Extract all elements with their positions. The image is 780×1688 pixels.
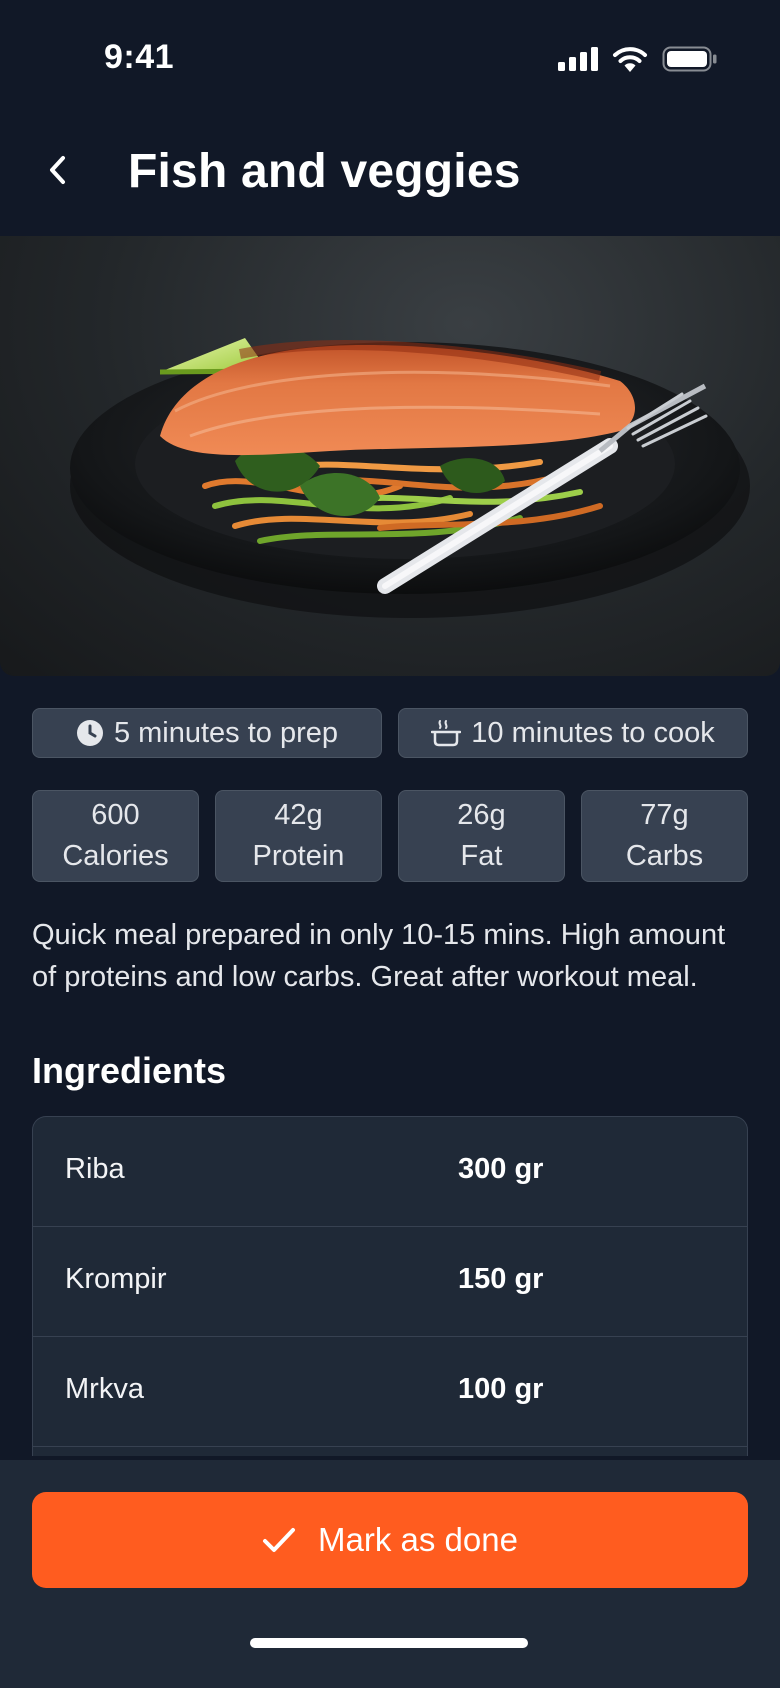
ingredients-list[interactable]: Riba 300 gr Krompir 150 gr Mrkva 100 gr <box>32 1116 748 1456</box>
ingredient-row: Mrkva 100 gr <box>33 1337 747 1447</box>
salmon-plate-illustration <box>70 338 750 618</box>
battery-icon <box>662 46 717 72</box>
wifi-icon <box>613 47 647 72</box>
macro-label: Carbs <box>625 840 704 872</box>
ingredient-row: Riba 300 gr <box>33 1117 747 1227</box>
ingredient-name: Riba <box>65 1153 125 1185</box>
ingredient-name: Krompir <box>65 1263 167 1295</box>
macro-value: 26g <box>457 799 506 831</box>
macro-label: Protein <box>252 840 345 872</box>
recipe-description: Quick meal prepared in only 10-15 mins. … <box>32 919 726 993</box>
bottom-action-bar: Mark as done <box>0 1460 780 1688</box>
ingredients-heading: Ingredients <box>32 1050 227 1091</box>
ingredient-row: Krompir 150 gr <box>33 1227 747 1337</box>
ingredient-quantity: 150 gr <box>458 1263 544 1295</box>
macro-calories: 600 Calories <box>32 790 199 882</box>
ingredient-name: Mrkva <box>65 1373 144 1405</box>
status-time: 9:41 <box>104 38 175 76</box>
status-bar: 9:41 <box>0 0 780 116</box>
recipe-hero-image <box>0 236 780 676</box>
cellular-signal-icon <box>558 47 598 71</box>
clock-icon <box>76 720 103 746</box>
macro-value: 77g <box>640 799 689 831</box>
ingredient-quantity: 300 gr <box>458 1153 544 1185</box>
macro-protein: 42g Protein <box>215 790 382 882</box>
page-title: Fish and veggies <box>128 145 521 198</box>
checkmark-icon <box>263 1528 296 1552</box>
macro-fat: 26g Fat <box>398 790 565 882</box>
cook-time-chip: 10 minutes to cook <box>398 708 748 758</box>
ingredient-quantity: 100 gr <box>458 1373 544 1405</box>
mark-as-done-button[interactable]: Mark as done <box>32 1492 748 1588</box>
macro-label: Fat <box>460 840 503 872</box>
macro-label: Calories <box>62 840 169 872</box>
prep-time-chip: 5 minutes to prep <box>32 708 382 758</box>
chevron-left-icon <box>50 156 65 184</box>
cook-time-label: 10 minutes to cook <box>471 716 715 749</box>
header: Fish and veggies <box>0 128 780 220</box>
back-button[interactable] <box>34 146 82 194</box>
macro-value: 600 <box>91 799 140 831</box>
prep-time-label: 5 minutes to prep <box>113 716 339 749</box>
status-icons <box>558 44 718 74</box>
macro-carbs: 77g Carbs <box>581 790 748 882</box>
macros-row: 600 Calories 42g Protein 26g Fat 77g Car… <box>32 790 748 882</box>
mark-as-done-label: Mark as done <box>318 1521 518 1558</box>
timing-row: 5 minutes to prep 10 minutes to cook <box>32 708 748 758</box>
macro-value: 42g <box>274 799 323 831</box>
home-indicator <box>250 1638 528 1648</box>
cooking-pot-icon <box>431 720 462 747</box>
